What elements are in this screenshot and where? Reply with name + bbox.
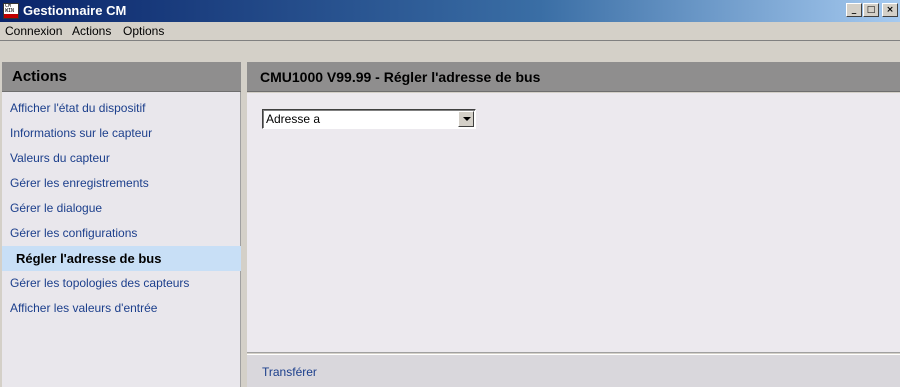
chevron-down-icon[interactable] (458, 111, 474, 127)
menu-divider (0, 40, 900, 41)
app-window: CM WIN Gestionnaire CM _ □ × Connexion A… (0, 0, 900, 387)
bus-address-select-value: Adresse a (266, 112, 321, 126)
sidebar-item-configurations[interactable]: Gérer les configurations (2, 221, 241, 246)
sidebar-item-sensor-info[interactable]: Informations sur le capteur (2, 121, 241, 146)
menu-connexion[interactable]: Connexion (5, 24, 62, 38)
page-title: CMU1000 V99.99 - Régler l'adresse de bus (260, 69, 541, 85)
menu-options[interactable]: Options (123, 24, 164, 38)
app-logo-icon: CM WIN (3, 3, 19, 19)
sidebar-item-input-values[interactable]: Afficher les valeurs d'entrée (2, 296, 241, 321)
title-bar[interactable]: CM WIN Gestionnaire CM _ □ × (0, 0, 900, 22)
main-panel-footer: Transférer (247, 354, 900, 387)
bus-address-select[interactable]: Adresse a (262, 109, 476, 129)
sidebar-item-bus-address[interactable]: Régler l'adresse de bus (2, 246, 241, 271)
maximize-button[interactable]: □ (863, 3, 879, 17)
sidebar-title: Actions (12, 68, 68, 85)
sidebar-item-dialogue[interactable]: Gérer le dialogue (2, 196, 241, 221)
main-panel-header: CMU1000 V99.99 - Régler l'adresse de bus (247, 62, 900, 92)
sidebar-item-sensor-topologies[interactable]: Gérer les topologies des capteurs (2, 271, 241, 296)
main-panel-body: Adresse a (247, 93, 900, 353)
sidebar-header: Actions (2, 62, 242, 92)
sidebar-item-recordings[interactable]: Gérer les enregistrements (2, 171, 241, 196)
menu-actions[interactable]: Actions (72, 24, 111, 38)
window-title: Gestionnaire CM (23, 3, 127, 18)
menu-bar: Connexion Actions Options (0, 22, 900, 40)
transfer-link[interactable]: Transférer (262, 365, 317, 379)
sidebar-item-device-status[interactable]: Afficher l'état du dispositif (2, 96, 241, 121)
sidebar-item-sensor-values[interactable]: Valeurs du capteur (2, 146, 241, 171)
minimize-button[interactable]: _ (846, 3, 862, 17)
sidebar-action-list: Afficher l'état du dispositif Informatio… (2, 96, 241, 321)
close-button[interactable]: × (882, 3, 898, 17)
